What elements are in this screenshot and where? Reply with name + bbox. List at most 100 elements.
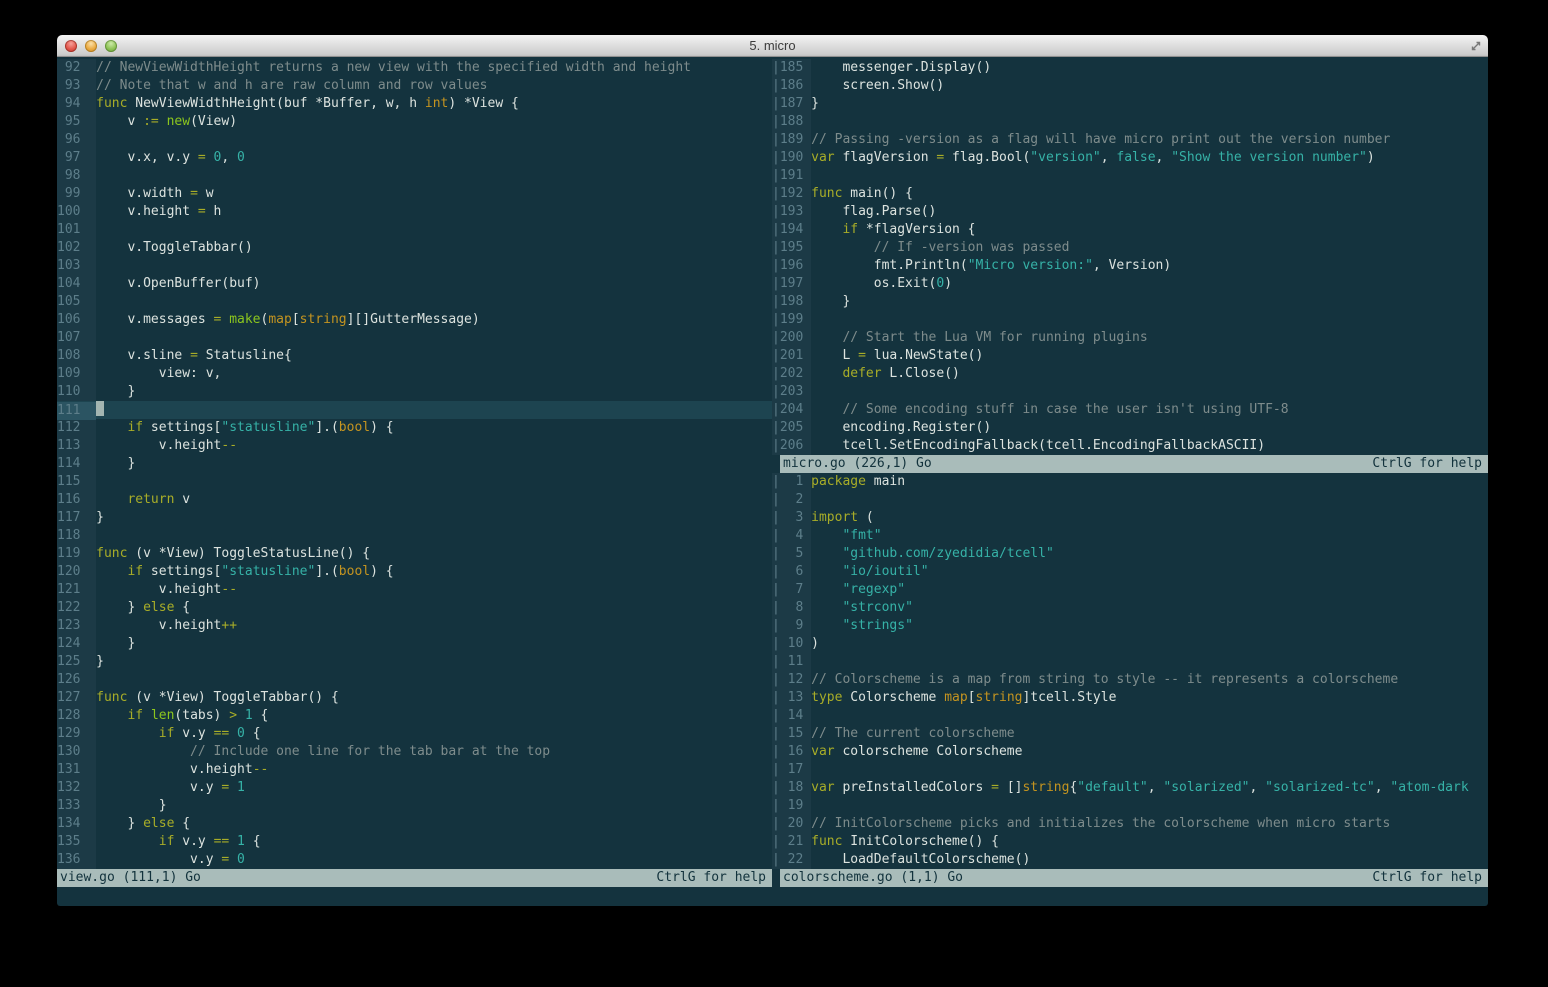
code-line[interactable]: 128 if len(tabs) > 1 { [57,707,772,725]
code-line[interactable]: 124 } [57,635,772,653]
code-line[interactable]: 94 func NewViewWidthHeight(buf *Buffer, … [57,95,772,113]
code-line[interactable]: 111 [57,401,772,419]
code-line[interactable]: 118 [57,527,772,545]
code-line[interactable]: | 9 "strings" [772,617,1488,635]
code-line[interactable]: | 10 ) [772,635,1488,653]
code-line[interactable]: | 6 "io/ioutil" [772,563,1488,581]
code-line[interactable]: |185 messenger.Display() [772,59,1488,77]
code-line[interactable]: |189 // Passing -version as a flag will … [772,131,1488,149]
code-line[interactable]: |202 defer L.Close() [772,365,1488,383]
code-line[interactable]: 93 // Note that w and h are raw column a… [57,77,772,95]
resize-icon[interactable] [1469,39,1483,53]
code-line[interactable]: 119 func (v *View) ToggleStatusLine() { [57,545,772,563]
code-line[interactable]: 100 v.height = h [57,203,772,221]
code-line[interactable]: | 3 import ( [772,509,1488,527]
code-line[interactable]: 102 v.ToggleTabbar() [57,239,772,257]
code-line[interactable]: 130 // Include one line for the tab bar … [57,743,772,761]
code-line[interactable]: | 16 var colorscheme Colorscheme [772,743,1488,761]
code-line[interactable]: 107 [57,329,772,347]
code-line[interactable]: | 22 LoadDefaultColorscheme() [772,851,1488,869]
code-line[interactable]: 109 view: v, [57,365,772,383]
code-line[interactable]: | 4 "fmt" [772,527,1488,545]
code-line[interactable]: | 21 func InitColorscheme() { [772,833,1488,851]
code-line[interactable]: 122 } else { [57,599,772,617]
code-line[interactable]: 99 v.width = w [57,185,772,203]
code-line[interactable]: 98 [57,167,772,185]
code-line[interactable]: | 20 // InitColorscheme picks and initia… [772,815,1488,833]
pane-view-go[interactable]: 92 // NewViewWidthHeight returns a new v… [57,59,772,869]
code-line[interactable]: |195 // If -version was passed [772,239,1488,257]
line-number: 100 [57,204,96,219]
code-line[interactable]: | 13 type Colorscheme map[string]tcell.S… [772,689,1488,707]
code-line[interactable]: |199 [772,311,1488,329]
code-line[interactable]: 96 [57,131,772,149]
code-line[interactable]: 105 [57,293,772,311]
code-line[interactable]: |201 L = lua.NewState() [772,347,1488,365]
code-line[interactable]: | 12 // Colorscheme is a map from string… [772,671,1488,689]
line-number: 99 [57,186,96,201]
code-line[interactable]: 92 // NewViewWidthHeight returns a new v… [57,59,772,77]
code-line[interactable]: 129 if v.y == 0 { [57,725,772,743]
code-line[interactable]: 131 v.height-- [57,761,772,779]
code-line[interactable]: |203 [772,383,1488,401]
code-text: // InitColorscheme picks and initializes… [811,816,1390,831]
code-line[interactable]: | 2 [772,491,1488,509]
code-line[interactable]: |196 fmt.Println("Micro version:", Versi… [772,257,1488,275]
code-line[interactable]: | 7 "regexp" [772,581,1488,599]
code-line[interactable]: |197 os.Exit(0) [772,275,1488,293]
code-line[interactable]: 135 if v.y == 1 { [57,833,772,851]
code-line[interactable]: 126 [57,671,772,689]
code-line[interactable]: 108 v.sline = Statusline{ [57,347,772,365]
code-line[interactable]: 106 v.messages = make(map[string][]Gutte… [57,311,772,329]
code-line[interactable]: | 19 [772,797,1488,815]
code-line[interactable]: | 11 [772,653,1488,671]
code-line[interactable]: 103 [57,257,772,275]
code-line[interactable]: |205 encoding.Register() [772,419,1488,437]
code-line[interactable]: 113 v.height-- [57,437,772,455]
code-line[interactable]: 115 [57,473,772,491]
code-line[interactable]: 101 [57,221,772,239]
command-line[interactable] [57,887,1488,906]
code-line[interactable]: | 5 "github.com/zyedidia/tcell" [772,545,1488,563]
code-line[interactable]: 97 v.x, v.y = 0, 0 [57,149,772,167]
code-line[interactable]: 95 v := new(View) [57,113,772,131]
code-line[interactable]: |194 if *flagVersion { [772,221,1488,239]
code-line[interactable]: | 14 [772,707,1488,725]
code-line[interactable]: | 8 "strconv" [772,599,1488,617]
code-line[interactable]: |206 tcell.SetEncodingFallback(tcell.Enc… [772,437,1488,455]
code-line[interactable]: 114 } [57,455,772,473]
titlebar[interactable]: 5. micro [57,35,1488,57]
code-line[interactable]: |187 } [772,95,1488,113]
code-line[interactable]: 104 v.OpenBuffer(buf) [57,275,772,293]
code-line[interactable]: 117 } [57,509,772,527]
code-line[interactable]: |192 func main() { [772,185,1488,203]
code-line[interactable]: |191 [772,167,1488,185]
code-line[interactable]: | 18 var preInstalledColors = []string{"… [772,779,1488,797]
code-line[interactable]: |200 // Start the Lua VM for running plu… [772,329,1488,347]
pane-colorscheme-go[interactable]: | 1 package main| 2 | 3 import (| 4 "fmt… [772,473,1488,869]
code-line[interactable]: | 1 package main [772,473,1488,491]
code-line[interactable]: |204 // Some encoding stuff in case the … [772,401,1488,419]
code-line[interactable]: |188 [772,113,1488,131]
code-line[interactable]: |190 var flagVersion = flag.Bool("versio… [772,149,1488,167]
pane-micro-go[interactable]: |185 messenger.Display()|186 screen.Show… [772,59,1488,455]
code-line[interactable]: | 15 // The current colorscheme [772,725,1488,743]
code-line[interactable]: 133 } [57,797,772,815]
code-line[interactable]: 121 v.height-- [57,581,772,599]
code-line[interactable]: |198 } [772,293,1488,311]
code-line[interactable]: 112 if settings["statusline"].(bool) { [57,419,772,437]
code-line[interactable]: 127 func (v *View) ToggleTabbar() { [57,689,772,707]
code-text: "io/ioutil" [811,564,928,579]
code-line[interactable]: 116 return v [57,491,772,509]
code-line[interactable]: 120 if settings["statusline"].(bool) { [57,563,772,581]
code-line[interactable]: 134 } else { [57,815,772,833]
code-line[interactable]: 136 v.y = 0 [57,851,772,869]
code-line[interactable]: | 17 [772,761,1488,779]
code-line[interactable]: |193 flag.Parse() [772,203,1488,221]
code-line[interactable]: 125 } [57,653,772,671]
code-line[interactable]: 110 } [57,383,772,401]
code-line[interactable]: 132 v.y = 1 [57,779,772,797]
code-line[interactable]: 123 v.height++ [57,617,772,635]
line-number: 120 [57,564,96,579]
code-line[interactable]: |186 screen.Show() [772,77,1488,95]
